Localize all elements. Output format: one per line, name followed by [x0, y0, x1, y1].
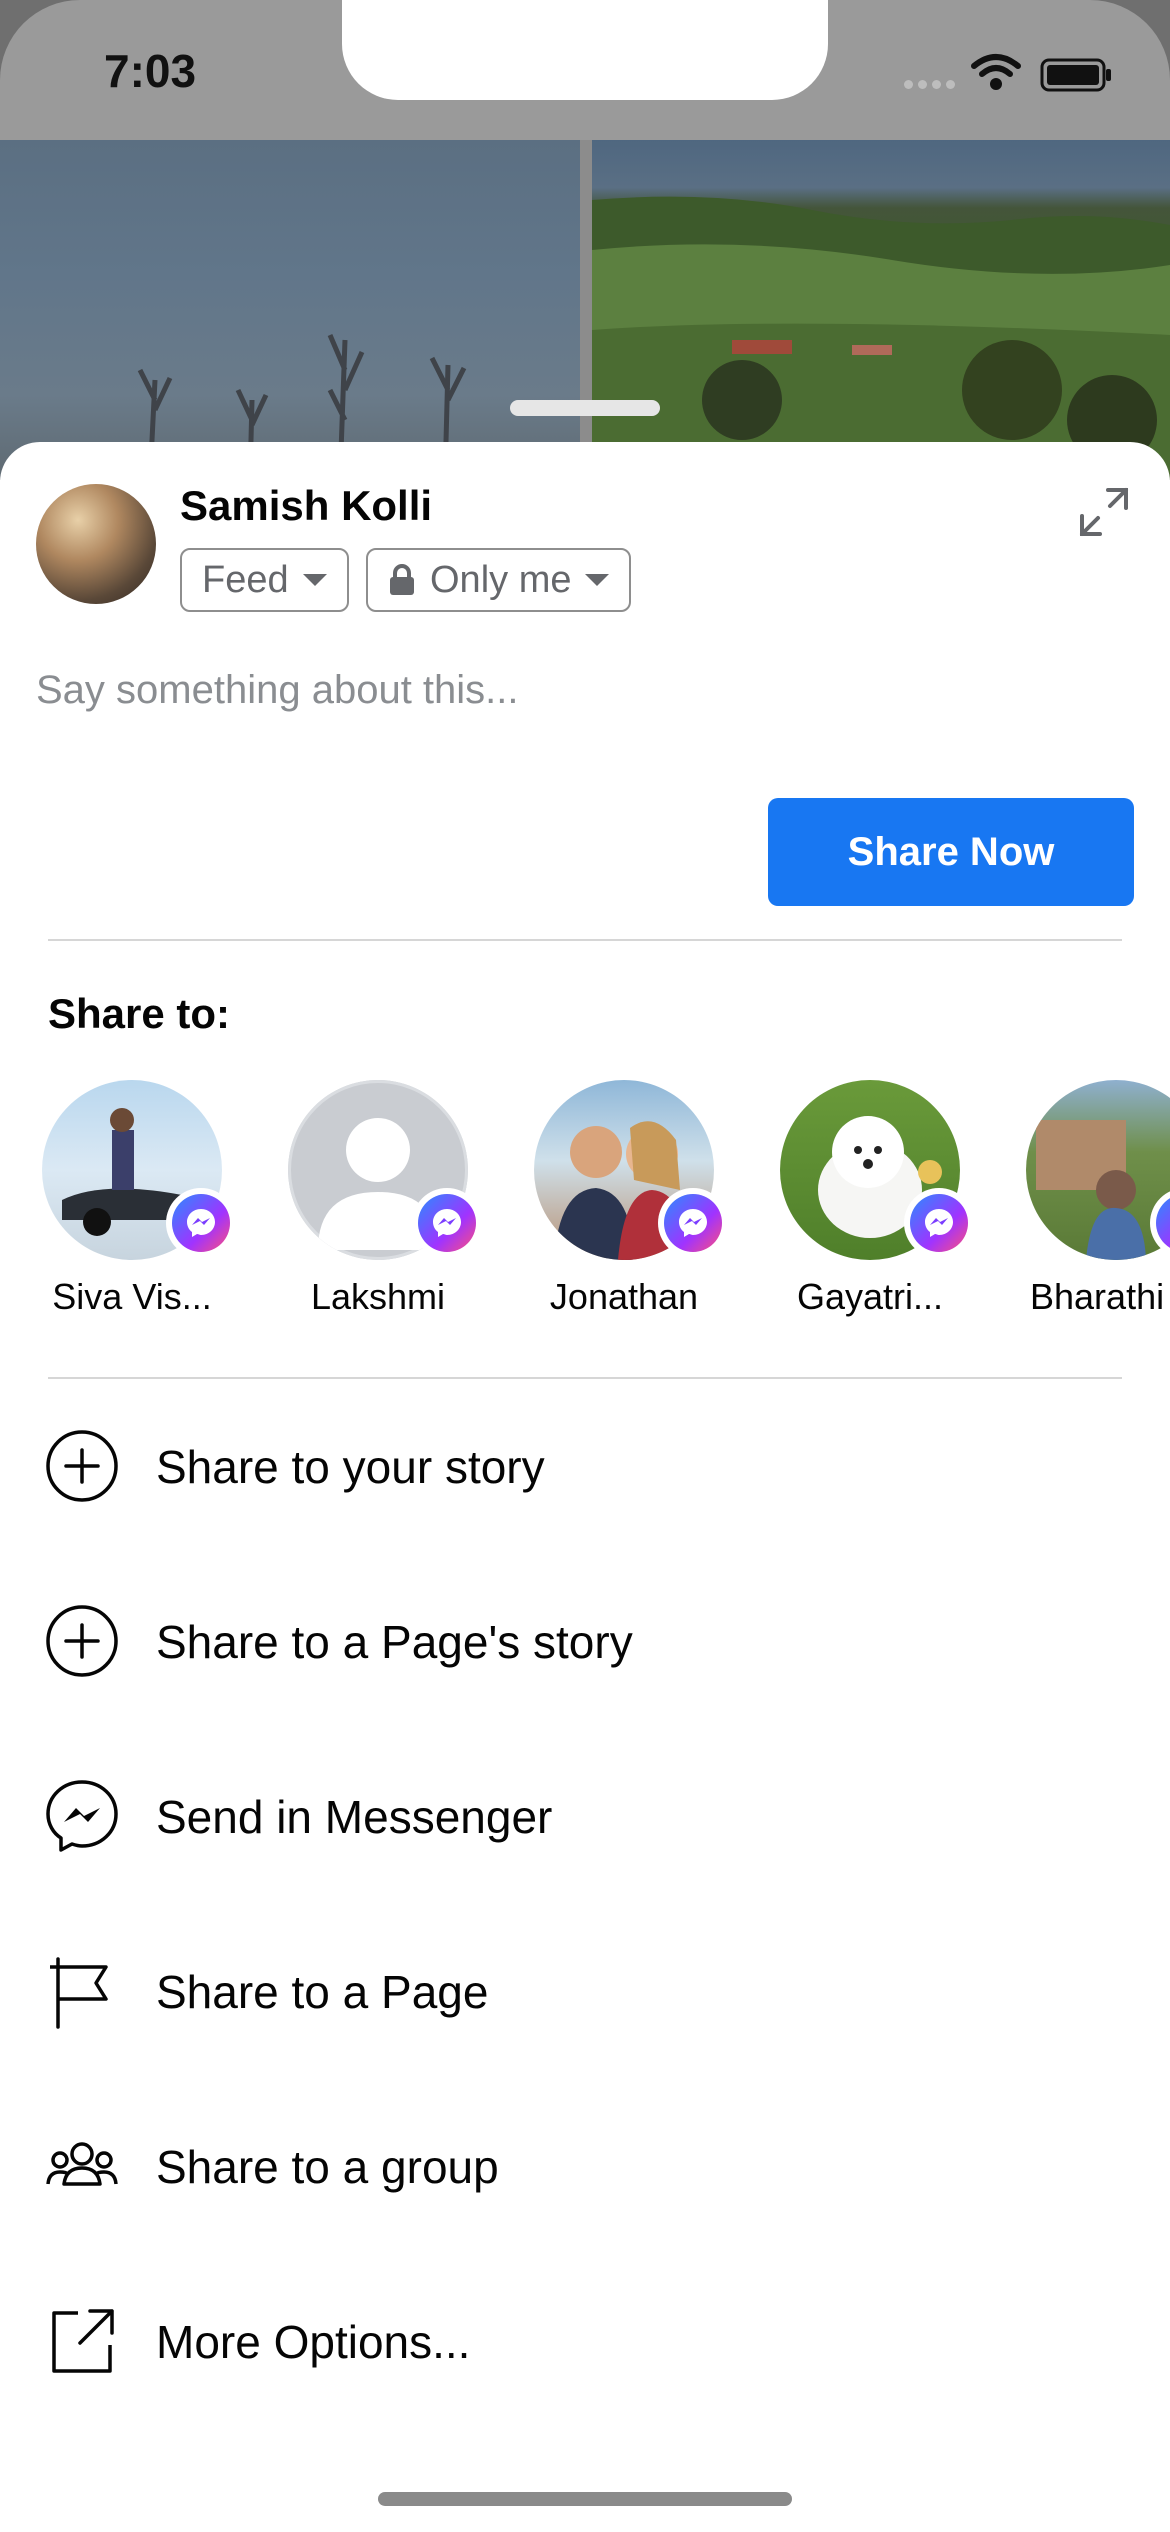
status-bar: 7:03	[0, 0, 1170, 140]
background-photo-area: 7:03	[0, 0, 1170, 480]
photo-divider	[580, 140, 592, 480]
notch	[342, 0, 828, 100]
send-in-messenger-option[interactable]: Send in Messenger	[0, 1756, 1170, 1876]
messenger-badge-icon	[904, 1188, 974, 1258]
share-to-page-story-option[interactable]: Share to a Page's story	[0, 1581, 1170, 1701]
external-link-icon	[52, 2309, 114, 2373]
plus-circle-icon	[46, 1430, 118, 1502]
contact-name: Siva Vis...	[52, 1276, 212, 1317]
contact-name: Jonathan	[549, 1276, 699, 1317]
share-to-your-story-option[interactable]: Share to your story	[0, 1406, 1170, 1526]
messenger-badge-icon	[658, 1188, 728, 1258]
option-label: More Options...	[156, 2316, 471, 2368]
expand-icon[interactable]	[1078, 486, 1130, 538]
contact-name: Gayatri...	[796, 1276, 944, 1317]
audience-feed-selector[interactable]: Feed	[180, 548, 349, 612]
post-text-input[interactable]: Say something about this...	[36, 668, 519, 713]
lock-icon	[390, 564, 414, 595]
group-icon	[46, 2142, 118, 2186]
contact-bharathi[interactable]: Bharathi	[984, 1080, 1170, 1340]
wifi-icon	[971, 54, 1021, 90]
option-label: Share to a Page	[156, 1966, 489, 2018]
photo-left	[0, 140, 580, 480]
messenger-icon	[46, 1780, 118, 1852]
status-time: 7:03	[104, 45, 197, 97]
battery-icon	[1040, 58, 1111, 92]
share-now-button[interactable]: Share Now	[768, 798, 1134, 906]
share-to-heading: Share to:	[48, 990, 231, 1037]
privacy-label: Only me	[430, 558, 572, 601]
contact-name: Bharathi	[1030, 1276, 1165, 1317]
divider	[48, 939, 1122, 941]
user-name: Samish Kolli	[180, 482, 433, 529]
contact-avatar	[1026, 1080, 1170, 1260]
avatar	[36, 484, 156, 604]
share-to-page-option[interactable]: Share to a Page	[0, 1931, 1170, 2051]
signal-icon	[904, 80, 955, 89]
divider	[48, 1377, 1122, 1379]
audience-feed-label: Feed	[202, 558, 289, 601]
messenger-badge-icon	[412, 1188, 482, 1258]
option-label: Send in Messenger	[156, 1791, 553, 1843]
caret-down-icon	[585, 574, 610, 586]
privacy-selector[interactable]: Only me	[366, 548, 632, 612]
messenger-badge-icon	[166, 1188, 236, 1258]
option-label: Share to a Page's story	[156, 1616, 633, 1668]
plus-circle-icon	[46, 1605, 118, 1677]
flag-icon	[50, 1957, 108, 2029]
share-to-group-option[interactable]: Share to a group	[0, 2106, 1170, 2226]
sheet-grabber[interactable]	[510, 400, 660, 416]
option-label: Share to a group	[156, 2141, 499, 2193]
photo-right	[592, 140, 1170, 480]
contact-name: Lakshmi	[310, 1276, 446, 1317]
option-label: Share to your story	[156, 1441, 545, 1493]
more-options-option[interactable]: More Options...	[0, 2281, 1170, 2401]
home-indicator[interactable]	[378, 2492, 792, 2506]
caret-down-icon	[302, 574, 327, 586]
